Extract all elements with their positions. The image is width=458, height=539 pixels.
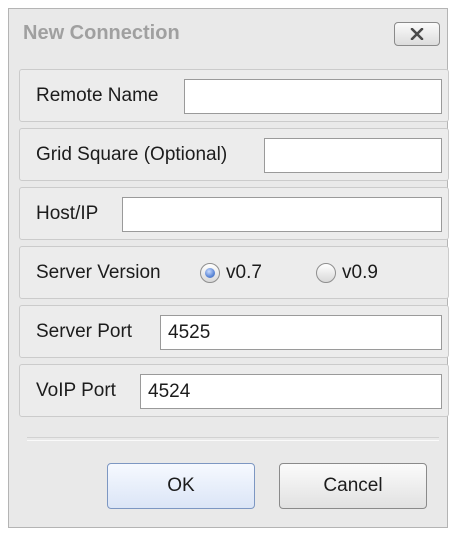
host-ip-label: Host/IP (36, 202, 99, 224)
remote-name-label: Remote Name (36, 84, 159, 106)
dialog-title: New Connection (23, 22, 180, 44)
voip-port-group: VoIP Port (19, 364, 449, 417)
server-version-group: Server Version v0.7 v0.9 (19, 246, 449, 299)
voip-port-label: VoIP Port (36, 379, 116, 401)
radio-v07[interactable]: v0.7 (200, 262, 262, 284)
server-port-group: Server Port (19, 305, 449, 358)
server-port-input[interactable] (160, 315, 442, 350)
voip-port-input[interactable] (140, 374, 442, 409)
remote-name-input[interactable] (184, 79, 442, 114)
radio-unselected-icon[interactable] (316, 262, 336, 283)
cancel-button[interactable]: Cancel (279, 463, 427, 509)
radio-v09[interactable]: v0.9 (316, 262, 378, 284)
grid-square-group: Grid Square (Optional) (19, 128, 449, 181)
radio-v07-label: v0.7 (226, 261, 262, 283)
new-connection-dialog: New Connection Remote Name Grid Square (… (8, 8, 449, 528)
close-button[interactable] (394, 22, 440, 46)
grid-square-input[interactable] (264, 138, 442, 173)
host-ip-group: Host/IP (19, 187, 449, 240)
server-port-label: Server Port (36, 320, 133, 342)
title-bar[interactable]: New Connection (9, 9, 447, 61)
host-ip-input[interactable] (122, 197, 442, 232)
radio-selected-icon[interactable] (200, 262, 220, 283)
radio-v09-label: v0.9 (342, 261, 378, 283)
server-version-label: Server Version (36, 261, 161, 283)
close-icon (410, 28, 424, 40)
remote-name-group: Remote Name (19, 69, 449, 122)
button-separator (27, 437, 439, 441)
grid-square-label: Grid Square (Optional) (36, 143, 228, 165)
ok-button[interactable]: OK (107, 463, 255, 509)
